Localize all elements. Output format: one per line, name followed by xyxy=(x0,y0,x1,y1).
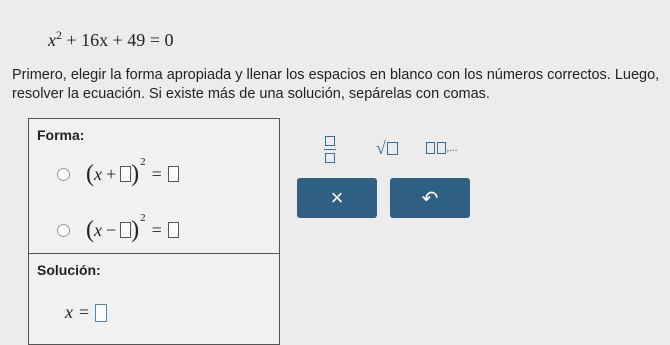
option-plus-equals: = xyxy=(151,163,162,184)
option-plus[interactable]: ( x + ) 2 = xyxy=(57,156,179,189)
option-minus-expression: ( x − ) 2 = xyxy=(86,212,179,242)
clear-button[interactable]: × xyxy=(297,178,377,218)
solucion-title: Solución: xyxy=(37,262,101,278)
option-plus-var: x xyxy=(94,163,102,184)
option-plus-rhs-input[interactable] xyxy=(167,166,179,182)
close-icon: × xyxy=(330,185,344,210)
solution-line: x = xyxy=(65,302,108,323)
fraction-numerator-icon xyxy=(325,135,335,146)
option-minus-var: x xyxy=(94,219,102,240)
equation-var: x xyxy=(48,30,56,50)
sqrt-icon: √ xyxy=(376,137,386,158)
option-minus-rhs-input[interactable] xyxy=(167,222,179,238)
undo-icon: ↶ xyxy=(421,187,439,210)
option-minus[interactable]: ( x − ) 2 = xyxy=(57,212,179,245)
option-minus-equals: = xyxy=(151,219,162,240)
option-plus-exponent: 2 xyxy=(140,156,146,168)
list-button[interactable]: ,... xyxy=(415,136,467,160)
list-suffix: ,... xyxy=(446,142,458,154)
option-plus-expression: ( x + ) 2 = xyxy=(86,156,179,186)
solucion-panel: Solución: x = xyxy=(28,253,280,345)
option-plus-operator: + xyxy=(106,163,117,184)
instructions: Primero, elegir la forma apropiada y lle… xyxy=(12,67,660,102)
radio-option-minus[interactable] xyxy=(57,223,70,237)
fraction-button[interactable] xyxy=(317,134,343,164)
equation-exponent: 2 xyxy=(56,28,62,42)
solution-equals: = xyxy=(79,302,90,322)
forma-panel: Forma: ( x + ) 2 = ( x − ) 2 = xyxy=(28,118,280,254)
undo-button[interactable]: ↶ xyxy=(390,178,470,218)
fraction-denominator-icon xyxy=(325,152,335,163)
clipped-header xyxy=(0,0,670,8)
forma-title: Forma: xyxy=(37,127,85,143)
equation: x2 + 16x + 49 = 0 xyxy=(48,28,173,51)
list-box-icon xyxy=(425,142,435,154)
radio-option-plus[interactable] xyxy=(57,167,70,181)
option-minus-exponent: 2 xyxy=(140,212,146,224)
sqrt-button[interactable]: √ xyxy=(367,136,407,160)
solution-input[interactable] xyxy=(95,303,108,322)
equation-rest: + 16x + 49 = 0 xyxy=(66,30,174,50)
option-minus-inner-input[interactable] xyxy=(120,222,132,238)
solution-var: x xyxy=(65,302,73,322)
option-minus-operator: − xyxy=(106,219,117,240)
option-plus-inner-input[interactable] xyxy=(120,166,132,182)
